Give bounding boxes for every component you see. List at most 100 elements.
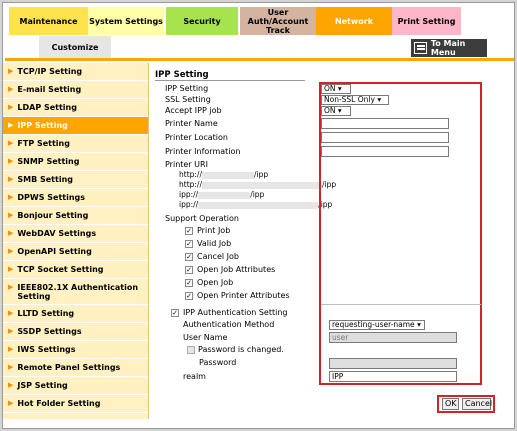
tab-customize[interactable]: Customize [39, 36, 111, 58]
uri-prefix: http:// [179, 170, 202, 179]
sidebar-item-label: E-mail Setting [17, 85, 82, 94]
redacted-host [201, 171, 254, 179]
accept-ipp-job-select[interactable]: ON ▾ [321, 106, 351, 116]
open-printer-attributes-checkbox[interactable]: ✓ [185, 292, 193, 300]
dropdown-arrow-icon: ▾ [377, 95, 382, 104]
main-tabs: Maintenance System Settings Security Use… [9, 7, 461, 35]
redacted-host [198, 191, 251, 199]
sidebar-item-label: WebDAV Settings [17, 229, 97, 238]
sidebar-item-webdav[interactable]: ▶ WebDAV Settings [3, 225, 148, 243]
select-value: ON [324, 106, 336, 115]
arrow-right-icon: ▶ [8, 345, 14, 353]
arrow-right-icon: ▶ [8, 175, 14, 183]
printer-uri-2: http:///ipp [179, 180, 336, 190]
sidebar-item-label: OpenAPI Setting [17, 247, 92, 256]
tab-label: Security [183, 16, 221, 26]
tab-label: User Auth/Account Track [247, 7, 309, 35]
title-underline [155, 80, 305, 81]
valid-job-checkbox[interactable]: ✓ [185, 240, 193, 248]
sidebar-item-ldap[interactable]: ▶ LDAP Setting [3, 99, 148, 117]
printer-name-label: Printer Name [165, 119, 218, 128]
ssl-setting-select[interactable]: Non-SSL Only ▾ [321, 95, 389, 105]
tab-system-settings[interactable]: System Settings [88, 7, 164, 35]
sidebar-item-ipp[interactable]: ▶ IPP Setting [3, 117, 148, 135]
arrow-right-icon: ▶ [8, 283, 14, 291]
sidebar-item-label: JSP Setting [17, 381, 68, 390]
printer-uri-4: ipp:///ipp [179, 200, 332, 210]
sidebar-item-smb[interactable]: ▶ SMB Setting [3, 171, 148, 189]
sidebar-item-jsp[interactable]: ▶ JSP Setting [3, 377, 148, 395]
browser-frame: Maintenance System Settings Security Use… [2, 2, 515, 429]
arrow-right-icon: ▶ [8, 327, 14, 335]
dropdown-arrow-icon: ▾ [337, 106, 342, 115]
sidebar-item-ssdp[interactable]: ▶ SSDP Settings [3, 323, 148, 341]
arrow-right-icon: ▶ [8, 67, 14, 75]
arrow-right-icon: ▶ [8, 381, 14, 389]
arrow-right-icon: ▶ [8, 157, 14, 165]
sidebar-item-label: DPWS Settings [17, 193, 86, 202]
sidebar-item-hot-folder[interactable]: ▶ Hot Folder Setting [3, 395, 148, 413]
sidebar-item-dpws[interactable]: ▶ DPWS Settings [3, 189, 148, 207]
arrow-right-icon: ▶ [8, 103, 14, 111]
printer-name-input[interactable] [321, 118, 449, 129]
arrow-right-icon: ▶ [8, 363, 14, 371]
arrow-right-icon: ▶ [8, 309, 14, 317]
tab-network[interactable]: Network [316, 7, 392, 35]
printer-uri-1: http:// /ipp [179, 170, 268, 180]
user-name-input[interactable]: user [329, 332, 457, 343]
uri-prefix: http:// [179, 180, 202, 189]
tab-maintenance[interactable]: Maintenance [9, 7, 88, 35]
tab-label: System Settings [89, 16, 163, 26]
ipp-setting-select[interactable]: ON ▾ [321, 84, 351, 94]
sidebar-item-label: Bonjour Setting [17, 211, 89, 220]
open-job-checkbox[interactable]: ✓ [185, 279, 193, 287]
sidebar-item-label: Remote Panel Settings [17, 363, 121, 372]
menu-icon [414, 42, 427, 54]
sidebar-item-tcp-socket[interactable]: ▶ TCP Socket Setting [3, 261, 148, 279]
uri-prefix: ipp:// [179, 200, 199, 209]
sidebar-item-ftp[interactable]: ▶ FTP Setting [3, 135, 148, 153]
sidebar-item-lltd[interactable]: ▶ LLTD Setting [3, 305, 148, 323]
sidebar-item-openapi[interactable]: ▶ OpenAPI Setting [3, 243, 148, 261]
sidebar-item-tcpip[interactable]: ▶ TCP/IP Setting [3, 63, 148, 81]
open-job-attributes-checkbox[interactable]: ✓ [185, 266, 193, 274]
secondary-tabs: Customize [39, 36, 111, 58]
dropdown-arrow-icon: ▾ [337, 84, 342, 93]
arrow-right-icon: ▶ [8, 211, 14, 219]
printer-information-input[interactable] [321, 146, 449, 157]
cancel-button[interactable]: Cancel [462, 398, 492, 410]
sidebar-item-label: LLTD Setting [17, 309, 75, 318]
sidebar-item-iws[interactable]: ▶ IWS Settings [3, 341, 148, 359]
password-changed-label: Password is changed. [198, 345, 284, 354]
to-main-menu-button[interactable]: To Main Menu [411, 39, 487, 57]
tab-user-auth[interactable]: User Auth/Account Track [240, 7, 316, 35]
open-job-attributes-label: Open Job Attributes [197, 265, 276, 274]
authentication-method-label: Authentication Method [183, 320, 275, 329]
redacted-host [201, 181, 322, 189]
sidebar-item-label: LDAP Setting [17, 103, 77, 112]
ipp-authentication-checkbox[interactable]: ✓ [171, 309, 179, 317]
arrow-right-icon: ▶ [8, 121, 14, 129]
sidebar-item-remote-panel[interactable]: ▶ Remote Panel Settings [3, 359, 148, 377]
sidebar-item-email[interactable]: ▶ E-mail Setting [3, 81, 148, 99]
open-printer-attributes-label: Open Printer Attributes [197, 291, 290, 300]
sidebar-item-ieee8021x[interactable]: ▶ IEEE802.1X Authentication Setting [3, 279, 148, 305]
password-label: Password [199, 358, 237, 367]
password-changed-checkbox[interactable] [187, 346, 195, 354]
arrow-right-icon: ▶ [8, 399, 14, 407]
tab-security[interactable]: Security [166, 7, 238, 35]
cancel-job-checkbox[interactable]: ✓ [185, 253, 193, 261]
arrow-right-icon: ▶ [8, 229, 14, 237]
tab-label: Customize [51, 42, 99, 52]
arrow-right-icon: ▶ [8, 85, 14, 93]
password-input[interactable] [329, 358, 457, 369]
ok-button[interactable]: OK [442, 398, 459, 410]
printer-location-input[interactable] [321, 132, 449, 143]
realm-input[interactable]: IPP [329, 371, 457, 382]
authentication-method-select[interactable]: requesting-user-name ▾ [329, 320, 425, 330]
tab-print-setting[interactable]: Print Setting [392, 7, 461, 35]
page-title: IPP Setting [155, 70, 209, 80]
sidebar-item-bonjour[interactable]: ▶ Bonjour Setting [3, 207, 148, 225]
print-job-checkbox[interactable]: ✓ [185, 227, 193, 235]
sidebar-item-snmp[interactable]: ▶ SNMP Setting [3, 153, 148, 171]
